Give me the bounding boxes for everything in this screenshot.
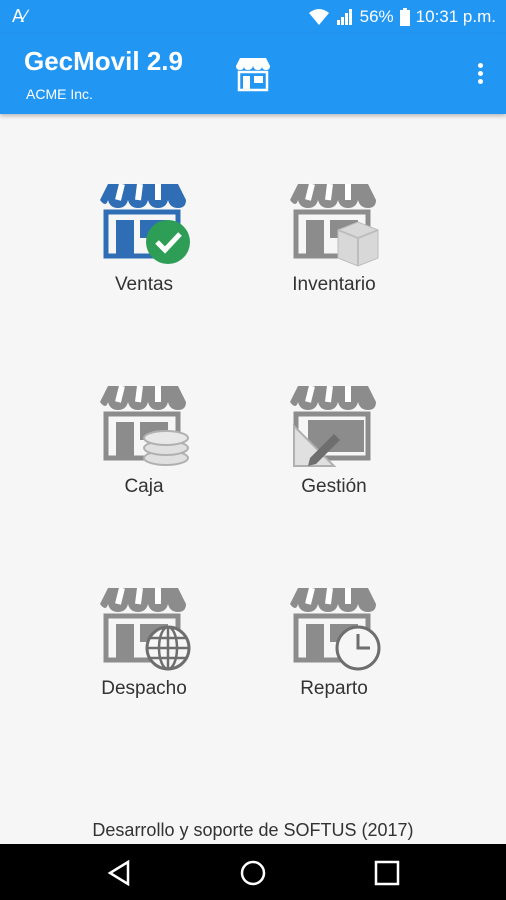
- status-bar: A∕ 56% 10:31 p.m.: [0, 0, 506, 34]
- store-sales-icon: [100, 183, 190, 264]
- recents-icon[interactable]: [372, 858, 402, 888]
- battery-icon: [399, 8, 410, 26]
- back-icon[interactable]: [104, 858, 134, 888]
- tile-label: Ventas: [114, 274, 174, 295]
- store-cash-icon: [100, 385, 189, 466]
- tile-label: Caja: [124, 476, 164, 497]
- wifi-icon: [308, 9, 329, 25]
- signal-icon: [336, 9, 352, 25]
- tile-label: Inventario: [292, 274, 376, 295]
- tile-reparto[interactable]: Reparto: [254, 582, 414, 742]
- footer-credits: Desarrollo y soporte de SOFTUS (2017): [92, 820, 414, 840]
- status-icons: 56% 10:31 p.m.: [308, 7, 496, 27]
- system-nav-bar: [0, 844, 506, 900]
- battery-percent: 56%: [359, 7, 394, 26]
- store-management-icon: [290, 385, 376, 467]
- app-title: GecMovil 2.9: [24, 46, 183, 76]
- tile-label: Gestión: [301, 476, 367, 497]
- store-delivery-icon: [290, 587, 381, 671]
- store-inventory-icon: [290, 183, 379, 267]
- carrier-indicator: A∕: [12, 6, 28, 26]
- tile-ventas[interactable]: Ventas: [64, 178, 224, 338]
- more-vert-icon: [477, 63, 483, 68]
- store-icon: [236, 58, 270, 92]
- app-bar: GecMovil 2.9 ACME Inc.: [0, 34, 506, 114]
- home-icon[interactable]: [238, 858, 268, 888]
- tile-caja[interactable]: Caja: [64, 380, 224, 540]
- tile-despacho[interactable]: Despacho: [64, 582, 224, 742]
- tile-label: Reparto: [300, 678, 368, 699]
- tile-inventario[interactable]: Inventario: [254, 178, 414, 338]
- tile-gestion[interactable]: Gestión: [254, 380, 414, 540]
- overflow-menu-button[interactable]: [468, 60, 492, 90]
- tile-label: Despacho: [101, 678, 187, 699]
- company-name: ACME Inc.: [26, 86, 93, 102]
- store-dispatch-icon: [100, 587, 191, 671]
- clock: 10:31 p.m.: [415, 7, 496, 26]
